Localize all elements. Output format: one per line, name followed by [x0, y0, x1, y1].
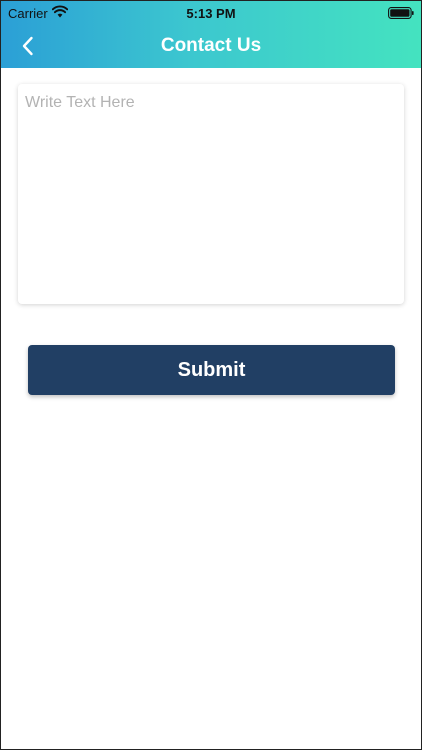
message-card: [18, 84, 404, 304]
header: Carrier 5:13 PM Contact Us: [1, 1, 421, 68]
status-bar: Carrier 5:13 PM: [1, 1, 421, 27]
submit-button[interactable]: Submit: [28, 345, 395, 395]
app-screen: Carrier 5:13 PM Contact Us Write Text He…: [0, 0, 422, 750]
battery-icon: [388, 7, 414, 19]
back-button[interactable]: [15, 31, 45, 61]
message-textarea[interactable]: [18, 84, 404, 304]
page-title: Contact Us: [160, 35, 262, 56]
status-time: 5:13 PM: [186, 6, 236, 21]
chevron-left-icon: [15, 36, 45, 65]
navigation-bar: Contact Us: [1, 27, 421, 68]
